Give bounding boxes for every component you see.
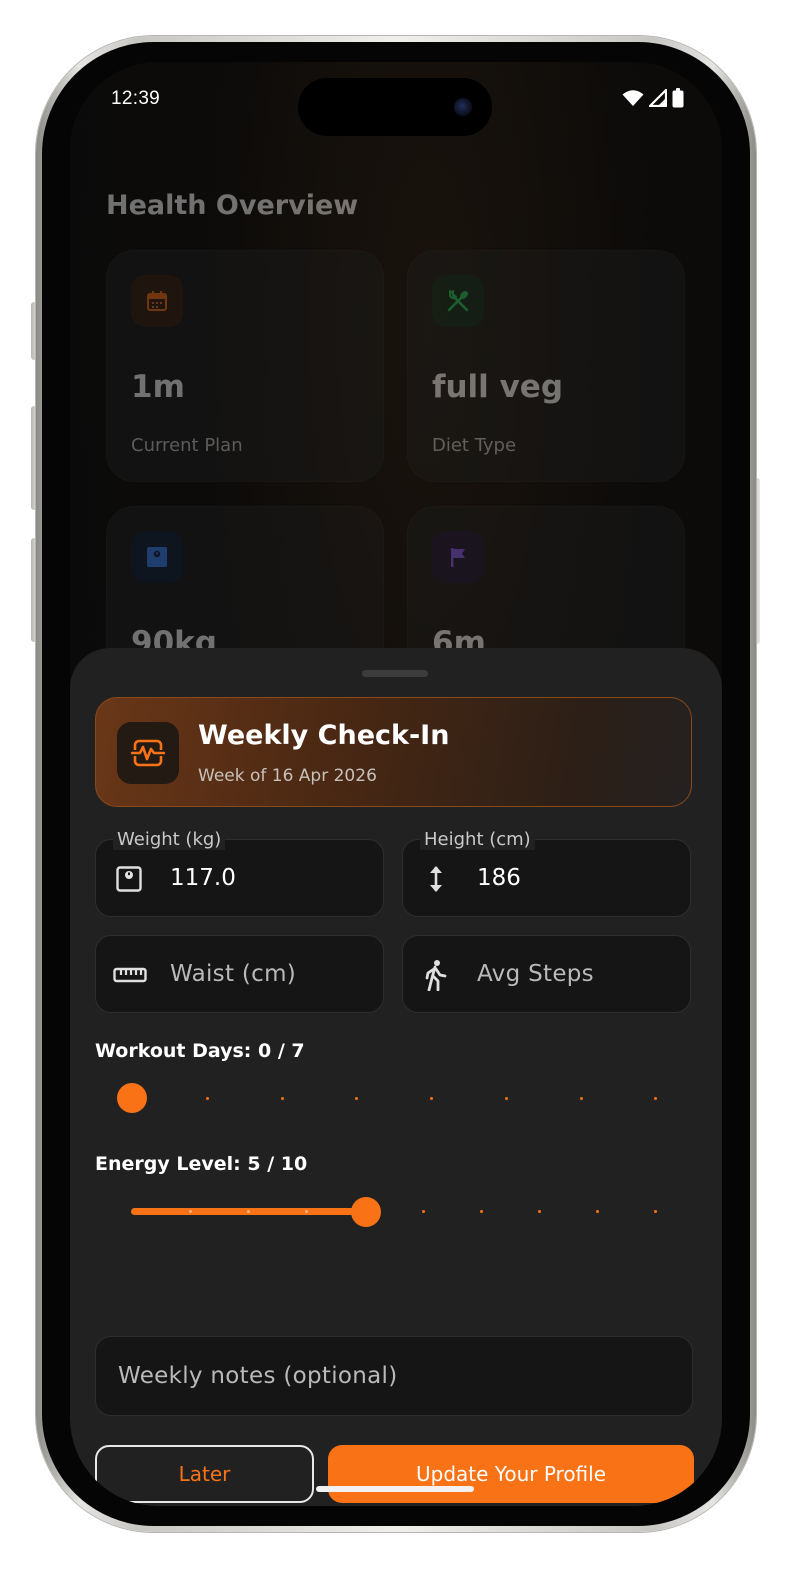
energy-slider-thumb[interactable] xyxy=(351,1197,381,1227)
height-label: Height (cm) xyxy=(420,830,535,850)
later-button[interactable]: Later xyxy=(95,1445,314,1503)
calendar-icon xyxy=(131,275,183,327)
height-field[interactable]: 186 xyxy=(402,839,691,917)
card-label: Current Plan xyxy=(131,435,243,456)
waist-field[interactable]: Waist (cm) xyxy=(95,935,384,1013)
checkin-title: Weekly Check-In xyxy=(198,720,450,751)
slider-tick xyxy=(580,1097,583,1100)
section-title: Health Overview xyxy=(106,190,359,221)
slider-tick xyxy=(189,1210,192,1213)
checkin-header-card: Weekly Check-In Week of 16 Apr 2026 xyxy=(95,697,692,807)
avg-steps-placeholder: Avg Steps xyxy=(477,961,594,987)
height-value: 186 xyxy=(477,865,521,891)
scale-icon xyxy=(114,864,144,894)
activity-icon xyxy=(117,722,179,784)
weekly-checkin-sheet: Weekly Check-In Week of 16 Apr 2026 117.… xyxy=(70,648,722,1506)
card-label: Diet Type xyxy=(432,435,517,456)
slider-tick xyxy=(505,1097,508,1100)
weekly-notes-field[interactable]: Weekly notes (optional) xyxy=(95,1336,693,1416)
weight-value: 117.0 xyxy=(170,865,236,891)
slider-tick xyxy=(538,1210,541,1213)
walking-icon xyxy=(421,960,451,991)
weight-label: Weight (kg) xyxy=(113,830,226,850)
vertical-arrows-icon xyxy=(421,864,451,894)
screen: 12:39 Health Overview 1m Current Plan fu… xyxy=(70,62,722,1506)
slider-tick xyxy=(355,1097,358,1100)
card-current-plan[interactable]: 1m Current Plan xyxy=(106,250,384,482)
slider-tick xyxy=(305,1210,308,1213)
weekly-notes-placeholder: Weekly notes (optional) xyxy=(118,1363,398,1389)
card-diet-type[interactable]: full veg Diet Type xyxy=(407,250,685,482)
avg-steps-field[interactable]: Avg Steps xyxy=(402,935,691,1013)
slider-tick xyxy=(422,1210,425,1213)
card-value: full veg xyxy=(432,369,564,405)
slider-tick xyxy=(480,1210,483,1213)
utensils-icon xyxy=(432,275,484,327)
workout-days-slider[interactable] xyxy=(95,1073,693,1123)
flag-icon xyxy=(432,531,484,583)
drag-handle[interactable] xyxy=(362,670,428,677)
slider-tick xyxy=(281,1097,284,1100)
ruler-icon xyxy=(112,960,148,990)
home-indicator[interactable] xyxy=(316,1486,474,1492)
energy-level-slider[interactable] xyxy=(95,1186,693,1236)
slider-tick xyxy=(596,1210,599,1213)
card-value: 1m xyxy=(131,369,185,405)
waist-placeholder: Waist (cm) xyxy=(170,961,297,987)
checkin-week: Week of 16 Apr 2026 xyxy=(198,766,377,786)
scale-icon xyxy=(131,531,183,583)
slider-tick xyxy=(206,1097,209,1100)
slider-active-track xyxy=(131,1208,371,1215)
update-profile-button[interactable]: Update Your Profile xyxy=(328,1445,694,1503)
workout-days-label: Workout Days: 0 / 7 xyxy=(95,1040,305,1062)
workout-slider-thumb[interactable] xyxy=(117,1083,147,1113)
slider-tick xyxy=(247,1210,250,1213)
weight-field[interactable]: 117.0 xyxy=(95,839,384,917)
energy-level-label: Energy Level: 5 / 10 xyxy=(95,1153,308,1175)
slider-tick xyxy=(654,1097,657,1100)
slider-tick xyxy=(430,1097,433,1100)
slider-tick xyxy=(654,1210,657,1213)
